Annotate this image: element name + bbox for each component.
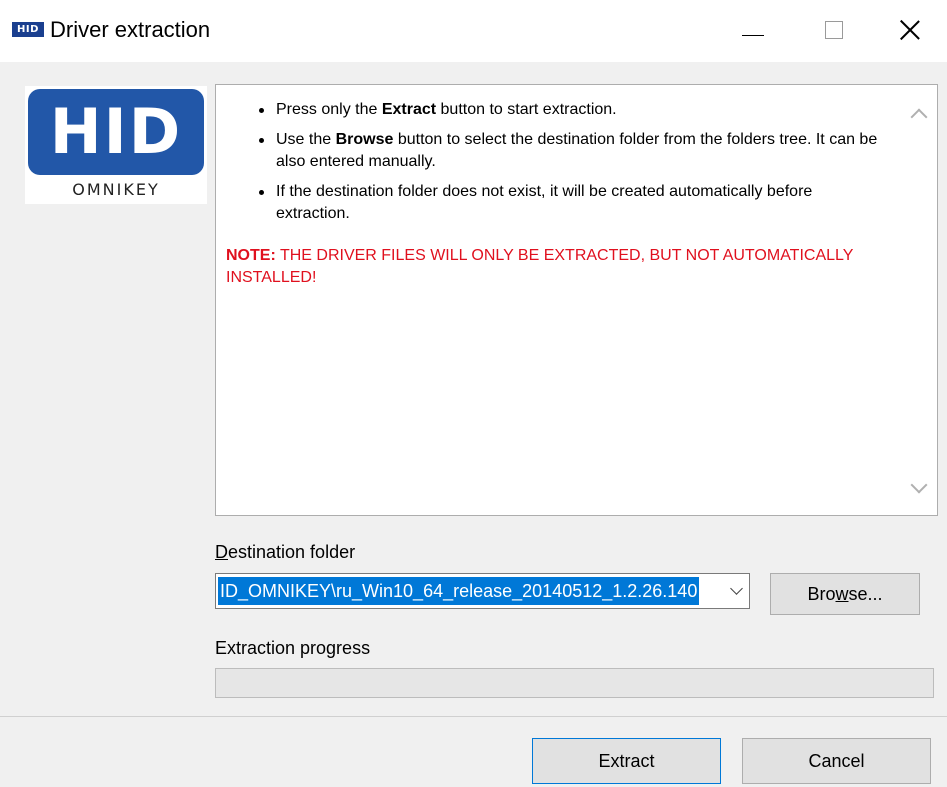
instruction-text: Use the [276,131,336,148]
extraction-progress-label: Extraction progress [215,638,371,658]
instruction-text: button to start extraction. [436,101,617,118]
destination-folder-label: Destination folder [215,540,355,564]
chevron-down-icon[interactable] [730,582,743,595]
close-button[interactable] [875,0,945,60]
window-title: Driver extraction [50,17,211,42]
scroll-up-button[interactable] [910,105,928,126]
footer-divider [0,716,947,717]
extract-button[interactable]: Extract [532,738,721,784]
instruction-text: Press only the [276,101,382,118]
instruction-bold-text: Browse [335,131,394,148]
chevron-down-icon [910,476,928,494]
label-text: estination folder [228,542,356,562]
note-text: THE DRIVER FILES WILL ONLY BE EXTRACTED,… [226,247,854,286]
browse-accelerator: w [835,584,849,604]
scroll-down-button[interactable] [910,476,928,497]
browse-label-start: Bro [807,584,836,604]
chevron-up-icon [910,108,928,126]
instruction-text: If the destination folder does not exist… [276,183,813,222]
logo-brand-text: HID [49,95,183,168]
minimize-icon [742,34,764,36]
instructions-panel[interactable]: Press only the Extract button to start e… [215,84,938,516]
instruction-item: If the destination folder does not exist… [226,181,886,225]
destination-folder-combobox[interactable]: ID_OMNIKEY\ru_Win10_64_release_20140512_… [215,573,750,609]
cancel-button[interactable]: Cancel [742,738,931,784]
hid-app-icon: HID [12,22,44,37]
note-label: NOTE: [226,247,276,264]
extraction-progress-bar [215,668,934,698]
instructions-list: Press only the Extract button to start e… [226,99,886,225]
driver-extraction-window: HID Driver extraction HID OMNIKEY Press … [0,0,947,787]
instructions-content: Press only the Extract button to start e… [226,99,886,289]
minimize-button[interactable] [718,0,788,60]
browse-button[interactable]: Browse... [770,573,920,615]
browse-label-end: se... [848,584,883,604]
destination-folder-input[interactable]: ID_OMNIKEY\ru_Win10_64_release_20140512_… [218,577,700,605]
label-accelerator: D [215,542,228,562]
maximize-icon [825,21,843,39]
instruction-bold-text: Extract [381,101,437,118]
instruction-item: Use the Browse button to select the dest… [226,129,886,173]
hid-omnikey-logo: HID OMNIKEY [25,86,207,204]
warning-note: NOTE: THE DRIVER FILES WILL ONLY BE EXTR… [226,245,886,289]
maximize-button[interactable] [799,0,869,60]
logo-subtitle: OMNIKEY [72,180,160,199]
title-bar[interactable]: HID Driver extraction [0,0,947,62]
close-icon [899,19,921,41]
logo-badge: HID [28,89,204,175]
instruction-item: Press only the Extract button to start e… [226,99,886,121]
